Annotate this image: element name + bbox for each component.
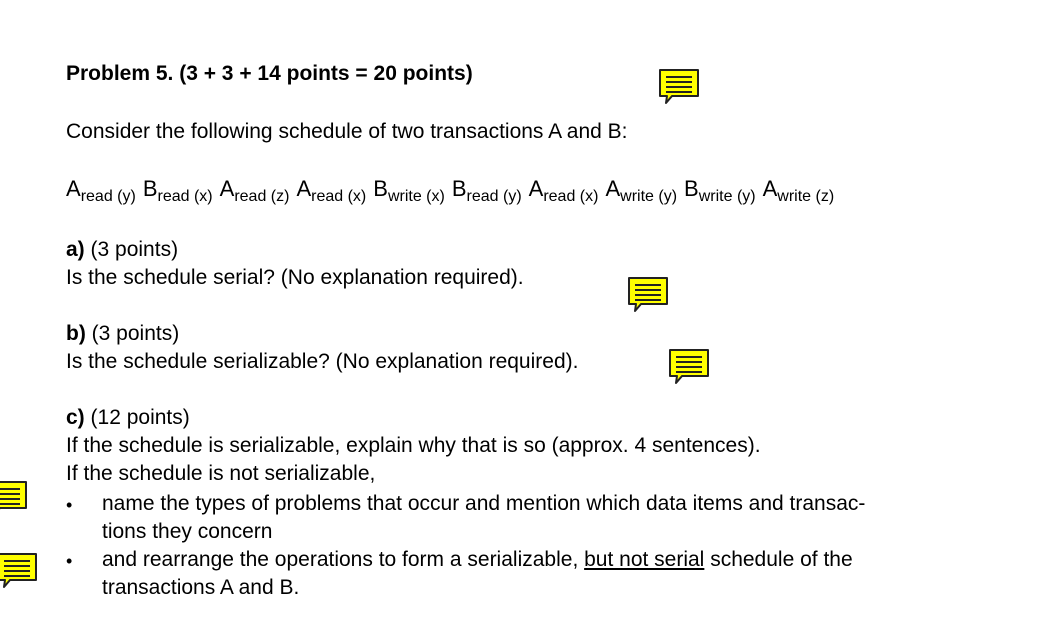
schedule-line: Aread (y) Bread (x) Aread (z) Aread (x) Bwri… [66, 176, 841, 206]
schedule-op-action: read (x) [311, 188, 367, 205]
bullet2-underlined: but not serial [584, 548, 705, 571]
part-c-heading: c) (12 points) [66, 406, 190, 430]
schedule-op-action: write (z) [777, 188, 835, 205]
bullet2-line1: and rearrange the operations to form a s… [102, 546, 982, 574]
part-c-points: (12 points) [84, 406, 190, 429]
schedule-op-transaction: A [605, 176, 621, 201]
schedule-op-transaction: A [528, 176, 544, 201]
schedule-op-action: write (x) [387, 188, 445, 205]
part-c-label: c) [66, 406, 85, 429]
problem-title: Problem 5. (3 + 3 + 14 points = 20 point… [66, 62, 473, 85]
comment-note-icon[interactable] [668, 348, 710, 384]
part-b-points: (3 points) [85, 322, 180, 345]
comment-note-icon[interactable] [0, 480, 28, 516]
schedule-op: Bread (x) [142, 176, 213, 205]
bullet2-pre: and rearrange the operations to form a s… [102, 548, 585, 571]
schedule-op-transaction: B [142, 176, 158, 201]
problem-intro: Consider the following schedule of two t… [66, 120, 628, 143]
schedule-op: Bwrite (x) [373, 176, 445, 205]
bullet-item-problems: name the types of problems that occur an… [102, 490, 982, 546]
schedule-op: Awrite (z) [762, 176, 835, 205]
bullet1-line1: name the types of problems that occur an… [102, 492, 866, 515]
bullet2-line2: transactions A and B. [102, 576, 300, 599]
bullet-item-rearrange: and rearrange the operations to form a s… [102, 546, 982, 602]
schedule-op-transaction: A [762, 176, 778, 201]
schedule-op: Bwrite (y) [684, 176, 756, 205]
part-b-label: b) [66, 322, 86, 345]
comment-note-icon[interactable] [627, 276, 669, 312]
schedule-op: Aread (z) [219, 176, 290, 205]
part-b-question: Is the schedule serializable? (No explan… [66, 350, 579, 373]
part-a-question: Is the schedule serial? (No explanation … [66, 266, 524, 289]
comment-note-icon[interactable] [658, 68, 700, 104]
schedule-op: Awrite (y) [605, 176, 677, 205]
schedule-op-transaction: B [373, 176, 388, 201]
schedule-op: Bread (y) [451, 176, 522, 205]
schedule-op: Aread (y) [66, 176, 136, 205]
comment-note-icon[interactable] [0, 552, 38, 588]
schedule-op-action: read (y) [466, 188, 522, 205]
schedule-op-action: write (y) [620, 188, 678, 205]
schedule-op-action: read (z) [234, 188, 290, 205]
schedule-op: Aread (x) [296, 176, 366, 205]
bullet-marker: • [66, 551, 73, 571]
part-b-heading: b) (3 points) [66, 322, 179, 346]
schedule-op-transaction: A [66, 176, 81, 201]
schedule-op-transaction: A [296, 176, 312, 201]
schedule-op-action: write (y) [698, 188, 756, 205]
schedule-op: Aread (x) [528, 176, 599, 205]
bullet-marker: • [66, 495, 73, 515]
bullet2-post: schedule of the [704, 548, 853, 571]
schedule-op-action: read (y) [80, 188, 136, 205]
schedule-op-transaction: B [684, 176, 699, 201]
part-a-points: (3 points) [84, 238, 179, 261]
schedule-op-action: read (x) [157, 188, 213, 205]
schedule-op-transaction: A [219, 176, 235, 201]
part-a-heading: a) (3 points) [66, 238, 178, 262]
schedule-op-transaction: B [451, 176, 467, 201]
bullet1-line2: tions they concern [102, 520, 273, 543]
part-a-label: a) [66, 238, 85, 261]
part-c-line1: If the schedule is serializable, explain… [66, 434, 761, 457]
schedule-op-action: read (x) [543, 188, 599, 205]
part-c-line2: If the schedule is not serializable, [66, 462, 376, 485]
